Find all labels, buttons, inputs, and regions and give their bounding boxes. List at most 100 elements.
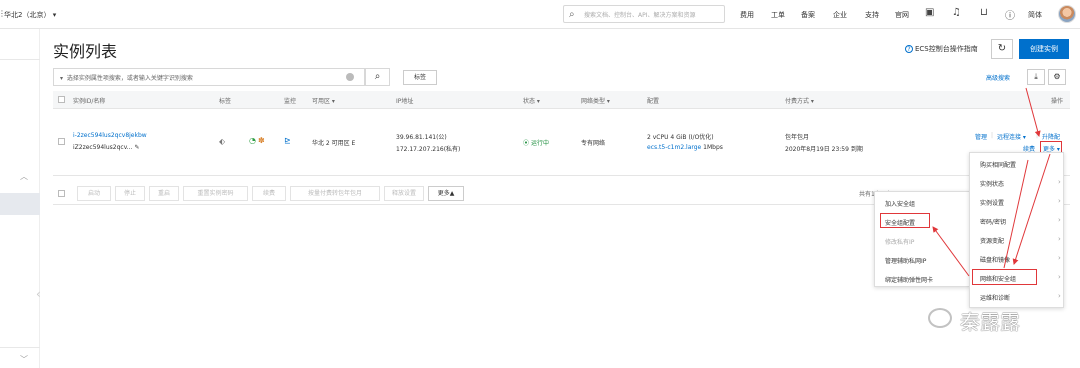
clear-icon[interactable]: [346, 73, 354, 81]
select-all-checkbox[interactable]: [58, 190, 65, 197]
highlight-box: [880, 213, 930, 228]
divider: |: [1036, 132, 1039, 139]
instance-id-link[interactable]: i-2zec594lus2qcv8jekbw: [73, 132, 147, 139]
table-row: i-2zec594lus2qcv8jekbw iZ2zec594lus2qcv.…: [53, 110, 1070, 176]
nav-official[interactable]: 官网: [895, 10, 909, 20]
tag-filter-button[interactable]: 标签: [403, 70, 437, 85]
menu-item-password[interactable]: 密码/密钥: [980, 217, 1006, 226]
page-title: 实例列表: [53, 42, 118, 61]
chevron-right-icon: ›: [1058, 178, 1061, 186]
settings-button[interactable]: ⚙: [1048, 69, 1066, 85]
advanced-search-link[interactable]: 高级搜索: [986, 73, 1010, 82]
menu-item-join-sg[interactable]: 加入安全组: [885, 199, 915, 208]
menu-item-buy-same[interactable]: 购买相同配置: [980, 160, 1016, 169]
region-label: 华北2（北京）: [4, 11, 51, 19]
export-button[interactable]: ⤓: [1027, 69, 1045, 85]
search-placeholder: 搜索文档、控制台、API、解决方案和资源: [584, 12, 696, 19]
edit-icon[interactable]: ✎: [134, 144, 139, 151]
download-icon: ⤓: [1034, 72, 1038, 81]
plugin-icon[interactable]: ✽: [258, 136, 265, 145]
menu-item-instance-settings[interactable]: 实例设置: [980, 198, 1004, 207]
table-header: 实例ID/名称 标签 监控 可用区 ▾ IP地址 状态 ▾ 网络类型 ▾ 配置 …: [53, 91, 1070, 109]
renew-button[interactable]: 续费: [252, 186, 286, 201]
menu-item-secondary-ip[interactable]: 管理辅助私网IP: [885, 256, 926, 265]
cart-icon[interactable]: ⊔: [980, 7, 988, 18]
watermark-text: 秦露露: [960, 310, 1020, 334]
chevron-right-icon: ›: [1058, 254, 1061, 262]
col-monitor: 监控: [284, 98, 297, 105]
avatar[interactable]: [1058, 5, 1076, 23]
config-type: ecs.t5-c1m2.large 1Mbps: [647, 144, 723, 151]
guide-link[interactable]: ? ECS控制台操作指南: [905, 44, 978, 54]
billing-type: 包年包月: [785, 134, 810, 141]
top-navbar: ⋮ 华北2（北京） ▾ ⌕ 搜索文档、控制台、API、解决方案和资源 费用 工单…: [0, 0, 1080, 29]
region-selector[interactable]: 华北2（北京） ▾: [4, 10, 56, 20]
chevron-right-icon: ›: [1058, 197, 1061, 205]
stop-button[interactable]: 停止: [115, 186, 145, 201]
network-type: 专有网络: [581, 140, 606, 147]
running-icon: ⦿: [523, 140, 530, 147]
security-icon[interactable]: ◔: [249, 136, 256, 145]
menu-item-disk-image[interactable]: 磁盘和镜像: [980, 255, 1010, 264]
highlight-box: [972, 269, 1037, 285]
refresh-button[interactable]: ↻: [991, 39, 1013, 59]
left-sidebar: ︿ ‹ ﹀: [0, 29, 41, 368]
bell-icon[interactable]: ♫: [952, 7, 961, 18]
help-icon[interactable]: ⓘ: [1005, 7, 1015, 22]
config-spec: 2 vCPU 4 GiB (I/O优化): [647, 134, 714, 141]
row-checkbox[interactable]: [58, 138, 65, 145]
search-icon: ⌕: [374, 71, 381, 82]
remote-connect-link[interactable]: 远程连接 ▾: [997, 132, 1026, 141]
search-button[interactable]: ⌕: [365, 68, 390, 86]
col-billing[interactable]: 付费方式 ▾: [785, 96, 814, 105]
instance-type-link[interactable]: ecs.t5-c1m2.large: [647, 144, 701, 151]
col-status[interactable]: 状态 ▾: [523, 96, 540, 105]
divider: |: [991, 132, 994, 139]
nav-billing[interactable]: 费用: [740, 10, 754, 20]
menu-item-ops[interactable]: 运维和诊断: [980, 293, 1010, 302]
start-button[interactable]: 启动: [77, 186, 111, 201]
instance-filter-input[interactable]: ▾ 选择实例属性项搜索，或者输入关键字识别搜索: [53, 68, 365, 86]
nav-enterprise[interactable]: 企业: [833, 10, 847, 20]
col-config: 配置: [647, 98, 660, 105]
upgrade-link[interactable]: 升降配: [1042, 132, 1060, 141]
convert-billing-button[interactable]: 按量付费转包年包月: [290, 186, 380, 201]
select-all-checkbox[interactable]: [58, 96, 65, 103]
private-ip: 172.17.207.216(私有): [396, 146, 461, 153]
sidebar-item-selected[interactable]: [0, 193, 40, 215]
chevron-down-icon[interactable]: ﹀: [20, 354, 28, 365]
create-instance-button[interactable]: 创建实例: [1019, 39, 1069, 59]
col-network[interactable]: 网络类型 ▾: [581, 96, 610, 105]
menu-item-modify-ip[interactable]: 修改私有IP: [885, 237, 914, 246]
more-actions-button[interactable]: 更多▲: [428, 186, 464, 201]
guide-label: ECS控制台操作指南: [915, 45, 978, 53]
menu-item-resize[interactable]: 资源变配: [980, 236, 1004, 245]
tag-icon[interactable]: ⬖: [219, 137, 225, 146]
collapse-sidebar-icon[interactable]: ‹: [36, 287, 41, 301]
release-settings-button[interactable]: 释放设置: [384, 186, 424, 201]
col-tag: 标签: [219, 98, 232, 105]
chevron-right-icon: ›: [1058, 216, 1061, 224]
reset-password-button[interactable]: 重置实例密码: [183, 186, 248, 201]
language-switch[interactable]: 简体: [1028, 10, 1042, 20]
nav-icp[interactable]: 备案: [801, 10, 815, 20]
nav-ticket[interactable]: 工单: [771, 10, 785, 20]
more-dropdown-menu: 购买相同配置 实例状态 › 实例设置 › 密码/密钥 › 资源变配 › 磁盘和镜像 › 网…: [969, 152, 1064, 308]
zone-value: 华北 2 可用区 E: [312, 140, 356, 147]
help-icon: ?: [905, 45, 913, 53]
network-submenu: 加入安全组 安全组配置 修改私有IP 管理辅助私网IP 绑定辅助弹性网卡: [874, 191, 970, 287]
chevron-up-icon[interactable]: ︿: [20, 171, 28, 182]
menu-item-instance-status[interactable]: 实例状态: [980, 179, 1004, 188]
manage-link[interactable]: 管理: [975, 132, 987, 141]
global-search-input[interactable]: ⌕ 搜索文档、控制台、API、解决方案和资源: [563, 5, 725, 23]
col-zone[interactable]: 可用区 ▾: [312, 96, 335, 105]
monitor-chart-icon[interactable]: ⊵: [284, 136, 291, 145]
refresh-icon: ↻: [997, 43, 1007, 54]
menu-item-bind-eni[interactable]: 绑定辅助弹性网卡: [885, 275, 933, 284]
chevron-right-icon: ›: [1058, 292, 1061, 300]
terminal-icon[interactable]: ▣: [925, 7, 934, 18]
restart-button[interactable]: 重启: [149, 186, 179, 201]
col-actions: 操作: [1051, 98, 1064, 105]
col-instance[interactable]: 实例ID/名称: [73, 96, 105, 105]
nav-support[interactable]: 支持: [865, 10, 879, 20]
